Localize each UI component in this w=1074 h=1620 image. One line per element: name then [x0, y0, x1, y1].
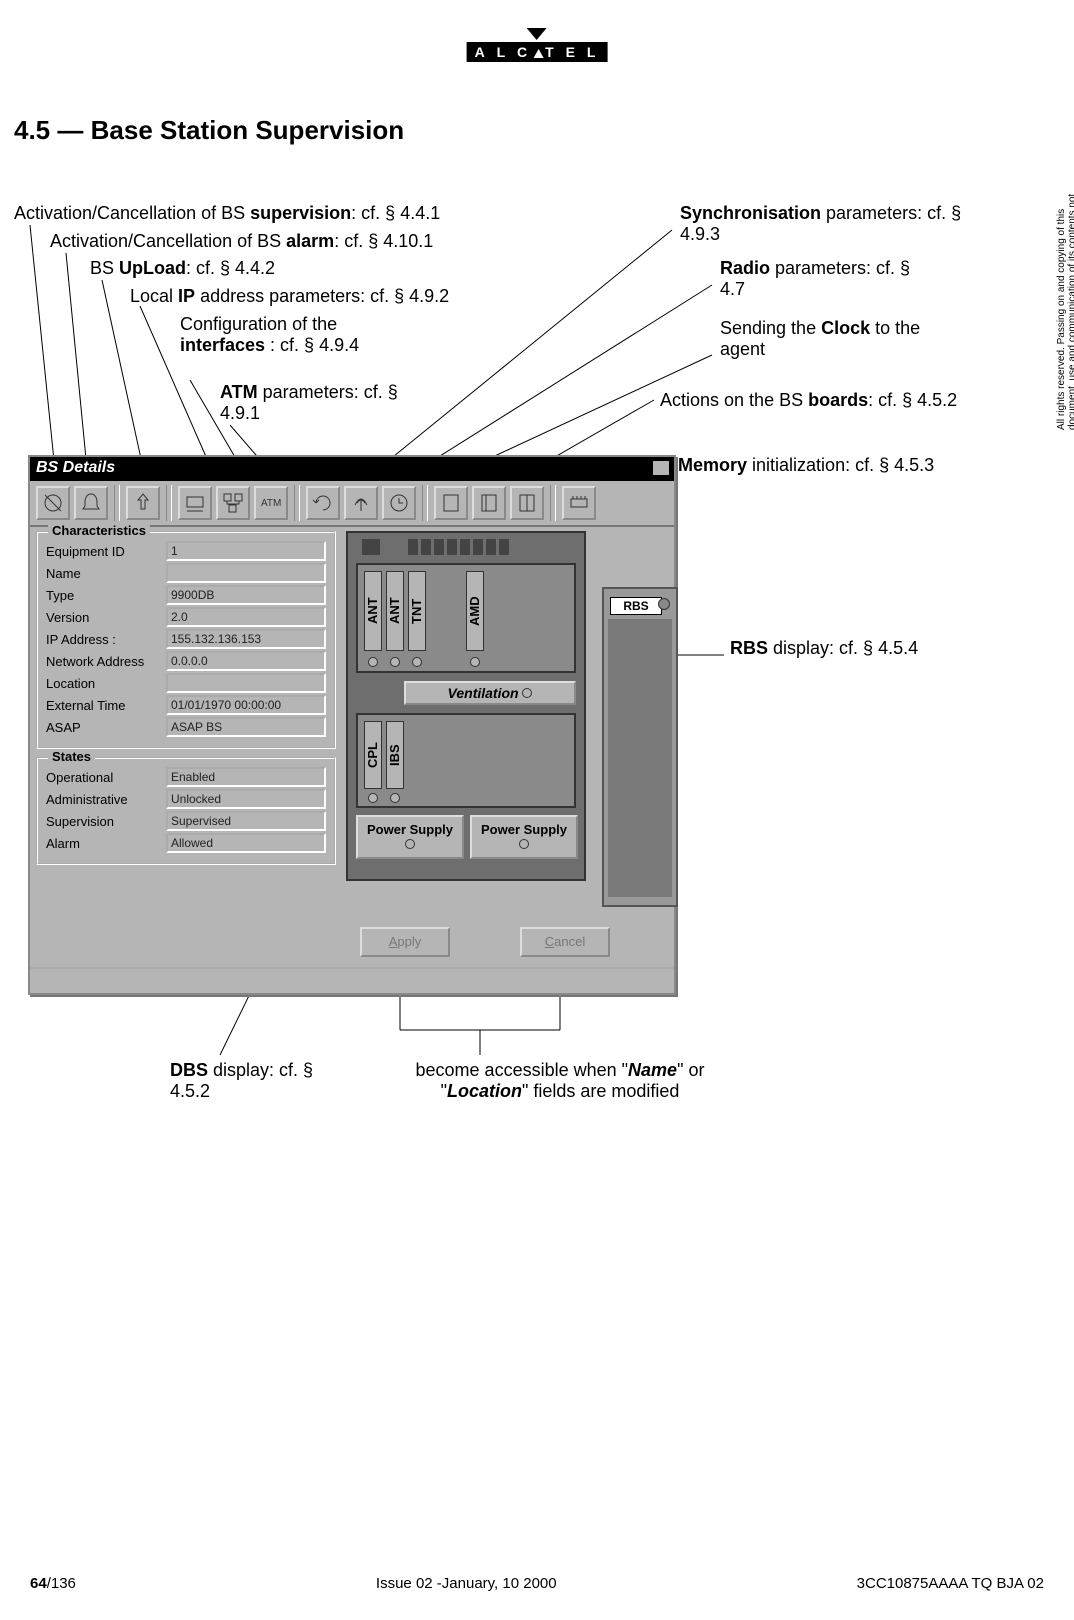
- callout-radio: Radio parameters: cf. § 4.7: [720, 258, 940, 300]
- doc-id: 3CC10875AAAA TQ BJA 02: [857, 1575, 1044, 1592]
- toolbar-board1-icon[interactable]: [434, 486, 468, 520]
- callout-interfaces: Configuration of the interfaces : cf. § …: [180, 314, 380, 356]
- toolbar: ATM: [30, 481, 674, 527]
- toolbar-radio-icon[interactable]: [344, 486, 378, 520]
- toolbar-atm-icon[interactable]: ATM: [254, 486, 288, 520]
- label-sup: Supervision: [46, 814, 166, 829]
- field-equipid[interactable]: 1: [166, 541, 326, 561]
- callout-rbs: RBS display: cf. § 4.5.4: [730, 638, 930, 659]
- field-op: Enabled: [166, 767, 326, 787]
- label-op: Operational: [46, 770, 166, 785]
- toolbar-ip-icon[interactable]: [178, 486, 212, 520]
- toolbar-alarm-icon[interactable]: [74, 486, 108, 520]
- toolbar-sync-icon[interactable]: [306, 486, 340, 520]
- field-version[interactable]: 2.0: [166, 607, 326, 627]
- alcatel-logo: A L CT E L: [467, 28, 608, 62]
- power-supply-2: Power Supply: [470, 815, 578, 859]
- field-type[interactable]: 9900DB: [166, 585, 326, 605]
- field-sup: Supervised: [166, 811, 326, 831]
- toolbar-clock-icon[interactable]: [382, 486, 416, 520]
- field-net[interactable]: 0.0.0.0: [166, 651, 326, 671]
- callout-ip: Local IP address parameters: cf. § 4.9.2: [130, 286, 449, 307]
- field-ip[interactable]: 155.132.136.153: [166, 629, 326, 649]
- label-asap: ASAP: [46, 720, 166, 735]
- cancel-button[interactable]: Cancel: [520, 927, 610, 957]
- apply-label: pply: [397, 934, 421, 949]
- field-asap[interactable]: ASAP BS: [166, 717, 326, 737]
- section-heading: 4.5 — Base Station Supervision: [14, 115, 404, 146]
- characteristics-legend: Characteristics: [48, 523, 150, 538]
- label-type: Type: [46, 588, 166, 603]
- field-admin: Unlocked: [166, 789, 326, 809]
- status-bar: [30, 967, 674, 993]
- callout-upload: BS UpLoad: cf. § 4.4.2: [90, 258, 275, 279]
- page-footer: 64/136 Issue 02 -January, 10 2000 3CC108…: [0, 1575, 1074, 1592]
- svg-text:ATM: ATM: [261, 498, 281, 509]
- label-loc: Location: [46, 676, 166, 691]
- label-admin: Administrative: [46, 792, 166, 807]
- callout-sync: Synchronisation parameters: cf. § 4.9.3: [680, 203, 980, 245]
- section-number: 4.5: [14, 115, 50, 145]
- label-ip: IP Address :: [46, 632, 166, 647]
- window-control-icon[interactable]: [652, 460, 670, 476]
- field-loc[interactable]: [166, 673, 326, 693]
- callout-memory: Memory initialization: cf. § 4.5.3: [678, 455, 938, 476]
- page-number: 64/136: [30, 1575, 76, 1592]
- field-alarm: Allowed: [166, 833, 326, 853]
- window-titlebar: BS Details: [30, 457, 674, 481]
- callout-dbs: DBS display: cf. § 4.5.2: [170, 1060, 330, 1102]
- characteristics-group: Characteristics Equipment ID1 Name Type9…: [36, 531, 336, 749]
- callout-apply-cancel: become accessible when "Name" or "Locati…: [380, 1060, 740, 1102]
- slot-amd: AMD: [467, 572, 482, 650]
- copyright-vertical: All rights reserved. Passing on and copy…: [1056, 170, 1074, 430]
- field-ext[interactable]: 01/01/1970 00:00:00: [166, 695, 326, 715]
- slot-ant2: ANT: [387, 572, 402, 650]
- section-title: Base Station Supervision: [91, 115, 405, 145]
- callout-supervision: Activation/Cancellation of BS supervisio…: [14, 203, 440, 224]
- callout-atm: ATM parameters: cf. § 4.9.1: [220, 382, 420, 424]
- callout-alarm: Activation/Cancellation of BS alarm: cf.…: [50, 231, 433, 252]
- toolbar-memory-icon[interactable]: [562, 486, 596, 520]
- states-legend: States: [48, 749, 95, 764]
- slot-ant1: ANT: [365, 572, 380, 650]
- label-equipid: Equipment ID: [46, 544, 166, 559]
- toolbar-board3-icon[interactable]: [510, 486, 544, 520]
- issue-date: Issue 02 -January, 10 2000: [376, 1575, 557, 1592]
- rbs-panel: RBS: [602, 587, 678, 907]
- slot-ibs: IBS: [387, 722, 402, 788]
- states-group: States OperationalEnabled Administrative…: [36, 757, 336, 865]
- apply-button[interactable]: Apply: [360, 927, 450, 957]
- bs-details-window: BS Details ATM: [28, 455, 676, 995]
- toolbar-interfaces-icon[interactable]: [216, 486, 250, 520]
- power-supply-1: Power Supply: [356, 815, 464, 859]
- label-ext: External Time: [46, 698, 166, 713]
- field-name[interactable]: [166, 563, 326, 583]
- toolbar-supervision-icon[interactable]: [36, 486, 70, 520]
- callout-clock: Sending the Clock to the agent: [720, 318, 940, 360]
- toolbar-upload-icon[interactable]: [126, 486, 160, 520]
- ventilation-box: Ventilation: [404, 681, 576, 705]
- callout-boards: Actions on the BS boards: cf. § 4.5.2: [660, 390, 960, 411]
- window-title: BS Details: [36, 459, 115, 477]
- label-net: Network Address: [46, 654, 166, 669]
- label-alarm: Alarm: [46, 836, 166, 851]
- cancel-label: ancel: [554, 934, 585, 949]
- label-version: Version: [46, 610, 166, 625]
- slot-cpl: CPL: [365, 722, 380, 788]
- rbs-label: RBS: [610, 597, 662, 615]
- slot-tnt: TNT: [409, 572, 424, 650]
- label-name: Name: [46, 566, 166, 581]
- toolbar-board2-icon[interactable]: [472, 486, 506, 520]
- section-dash: —: [57, 115, 83, 145]
